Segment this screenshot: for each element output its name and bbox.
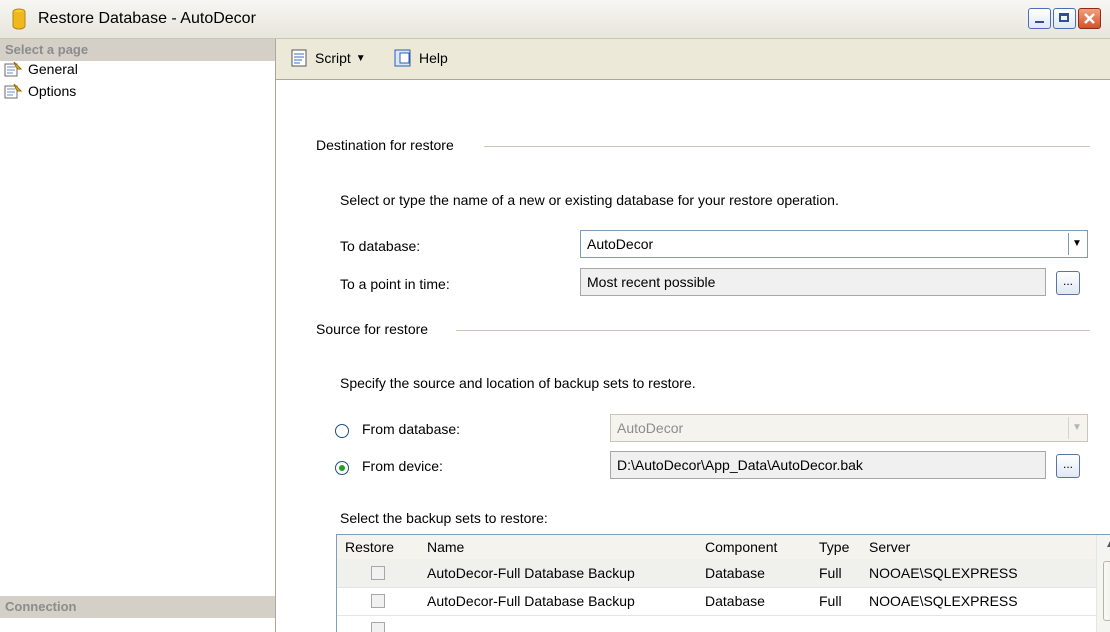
close-button[interactable] <box>1078 8 1101 29</box>
point-in-time-field: Most recent possible <box>580 268 1046 296</box>
table-header: Restore Name Component Type Server <box>337 535 1097 560</box>
destination-group-label: Destination for restore <box>316 137 454 153</box>
script-label: Script <box>315 50 351 66</box>
table-row[interactable] <box>337 615 1097 632</box>
restore-checkbox[interactable] <box>371 622 385 632</box>
minimize-button[interactable] <box>1028 8 1051 29</box>
restore-database-window: Restore Database - AutoDecor Select a pa… <box>0 0 1110 632</box>
left-pane: Select a page General Options Connection <box>0 39 276 632</box>
source-group-label: Source for restore <box>316 321 429 337</box>
script-icon <box>291 49 307 67</box>
help-icon <box>394 49 411 67</box>
backup-server: NOOAE\SQLEXPRESS <box>869 593 1018 609</box>
chevron-down-icon[interactable]: ▼ <box>1068 233 1085 255</box>
scroll-thumb[interactable] <box>1103 561 1110 621</box>
point-in-time-value: Most recent possible <box>587 274 716 290</box>
table-row[interactable]: AutoDecor-Full Database Backup Database … <box>337 587 1097 616</box>
destination-instruction: Select or type the name of a new or exis… <box>340 192 839 208</box>
column-header-component[interactable]: Component <box>705 539 777 555</box>
select-page-header: Select a page <box>0 39 275 61</box>
scroll-up-icon[interactable]: ▲ <box>1105 539 1110 550</box>
table-scrollbar[interactable]: ▲ <box>1096 535 1110 632</box>
from-database-label: From database: <box>362 421 461 437</box>
chevron-down-icon: ▼ <box>1068 417 1085 439</box>
column-header-restore[interactable]: Restore <box>345 539 394 555</box>
from-database-radio[interactable] <box>335 424 349 438</box>
from-device-value: D:\AutoDecor\App_Data\AutoDecor.bak <box>617 457 863 473</box>
from-device-label: From device: <box>362 458 443 474</box>
backup-type: Full <box>819 593 842 609</box>
page-options[interactable]: Options <box>4 81 76 101</box>
maximize-icon <box>1059 13 1069 22</box>
from-database-field: AutoDecor ▼ <box>610 414 1088 442</box>
restore-checkbox[interactable] <box>371 566 385 580</box>
point-in-time-browse-button[interactable]: ... <box>1056 271 1080 295</box>
source-instruction: Specify the source and location of backu… <box>340 375 696 391</box>
page-icon <box>4 61 22 77</box>
column-header-server[interactable]: Server <box>869 539 910 555</box>
from-device-field: D:\AutoDecor\App_Data\AutoDecor.bak <box>610 451 1046 479</box>
connection-header: Connection <box>0 596 275 618</box>
page-general[interactable]: General <box>4 59 78 79</box>
toolbar: Script ▼ Help <box>276 39 1110 80</box>
script-button[interactable]: Script ▼ <box>290 49 366 67</box>
source-divider <box>456 330 1090 331</box>
backup-type: Full <box>819 565 842 581</box>
page-options-label: Options <box>28 83 77 99</box>
minimize-icon <box>1035 21 1044 23</box>
maximize-button[interactable] <box>1053 8 1076 29</box>
from-device-radio[interactable] <box>335 461 349 475</box>
column-header-name[interactable]: Name <box>427 539 464 555</box>
backup-component: Database <box>705 593 765 609</box>
backup-sets-table: Restore Name Component Type Server AutoD… <box>336 534 1110 632</box>
column-header-type[interactable]: Type <box>819 539 849 555</box>
from-device-browse-button[interactable]: ... <box>1056 454 1080 478</box>
help-button[interactable]: Help <box>394 49 448 67</box>
point-in-time-label: To a point in time: <box>340 276 450 292</box>
restore-checkbox[interactable] <box>371 594 385 608</box>
page-general-label: General <box>28 61 78 77</box>
backup-server: NOOAE\SQLEXPRESS <box>869 565 1018 581</box>
chevron-down-icon: ▼ <box>355 52 366 64</box>
table-row[interactable]: AutoDecor-Full Database Backup Database … <box>337 559 1097 588</box>
backup-name: AutoDecor-Full Database Backup <box>427 593 635 609</box>
backup-component: Database <box>705 565 765 581</box>
from-database-value: AutoDecor <box>617 420 684 436</box>
to-database-value: AutoDecor <box>587 236 654 252</box>
window-title: Restore Database - AutoDecor <box>38 10 256 27</box>
title-bar: Restore Database - AutoDecor <box>0 0 1110 39</box>
to-database-field[interactable]: AutoDecor ▼ <box>580 230 1088 258</box>
close-icon <box>1084 13 1095 24</box>
backup-name: AutoDecor-Full Database Backup <box>427 565 635 581</box>
page-icon <box>4 83 22 99</box>
database-icon <box>12 8 26 30</box>
to-database-label: To database: <box>340 238 421 254</box>
help-label: Help <box>419 50 448 66</box>
backup-sets-label: Select the backup sets to restore: <box>340 510 548 526</box>
destination-divider <box>484 146 1090 147</box>
